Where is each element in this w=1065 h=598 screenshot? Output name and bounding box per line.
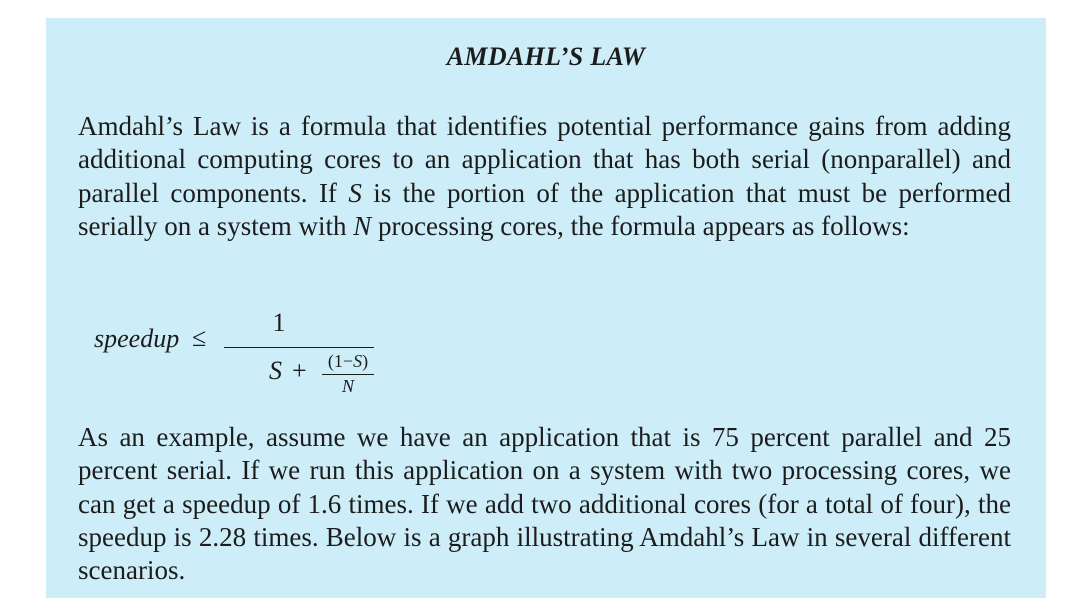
inner-numerator-open: (1− bbox=[327, 351, 354, 371]
variable-n: N bbox=[353, 210, 372, 241]
intro-text-3: processing cores, the formula appears as… bbox=[371, 210, 910, 241]
inner-numerator-var: S bbox=[353, 351, 363, 371]
formula-numerator: 1 bbox=[272, 308, 286, 337]
inner-fraction-denominator: N bbox=[341, 376, 354, 396]
inner-fraction-numerator: (1−S) bbox=[322, 351, 374, 372]
variable-s: S bbox=[348, 177, 362, 208]
amdahl-formula: speedup ≤ 1 S + (1−S) N bbox=[94, 308, 394, 398]
formula-denominator-term: S bbox=[269, 356, 282, 385]
formula-relation: ≤ bbox=[192, 323, 207, 352]
example-paragraph: As an example, assume we have an applica… bbox=[78, 422, 1011, 586]
intro-paragraph: Amdahl’s Law is a formula that identifie… bbox=[78, 110, 1011, 243]
formula-lhs: speedup bbox=[94, 324, 180, 353]
fraction-bar bbox=[224, 347, 374, 348]
inner-fraction-bar bbox=[322, 374, 374, 375]
amdahls-law-sidebar: AMDAHL’S LAW Amdahl’s Law is a formula t… bbox=[46, 18, 1046, 598]
formula-plus: + bbox=[292, 356, 307, 385]
sidebar-title: AMDAHL’S LAW bbox=[446, 42, 646, 71]
inner-numerator-close: ) bbox=[362, 351, 369, 371]
